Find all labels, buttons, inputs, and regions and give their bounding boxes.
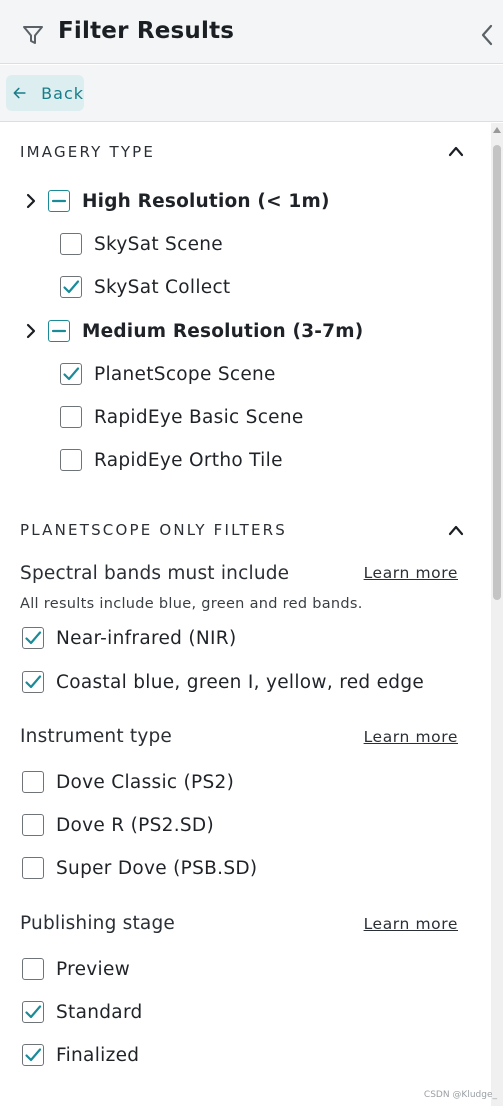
option-label: PlanetScope Scene [94,363,276,385]
spectral-bands-hint: All results include blue, green and red … [20,596,363,612]
chevron-up-icon[interactable] [448,145,464,157]
collapse-panel-icon[interactable] [478,24,496,46]
option-label: RapidEye Ortho Tile [94,449,283,471]
checkbox-unchecked[interactable] [22,814,44,836]
option-dove-classic[interactable]: Dove Classic (PS2) [22,768,234,796]
checkbox-checked[interactable] [60,276,82,298]
option-label: SkySat Collect [94,276,231,298]
back-button[interactable]: Back [6,75,84,111]
minus-icon [51,199,67,203]
option-label: Super Dove (PSB.SD) [56,857,258,879]
learn-more-link[interactable]: Learn more [364,564,458,582]
chevron-right-icon[interactable] [22,192,40,210]
group-label-medium-resolution: Medium Resolution (3-7m) [82,320,364,342]
publishing-stage-title: Publishing stage [20,913,175,934]
option-label: Standard [56,1001,143,1023]
learn-more-link[interactable]: Learn more [364,915,458,933]
panel-title: Filter Results [58,18,235,44]
section-title-imagery: IMAGERY TYPE [20,143,156,161]
panel-header: Filter Results [0,0,503,64]
option-skysat-scene[interactable]: SkySat Scene [60,230,223,258]
option-skysat-collect[interactable]: SkySat Collect [60,273,230,301]
checkbox-checked[interactable] [22,671,44,693]
checkbox-indeterminate[interactable] [48,320,70,342]
scroll-up-arrow-icon[interactable] [493,127,501,133]
chevron-up-icon[interactable] [448,524,464,536]
option-preview[interactable]: Preview [22,955,130,983]
group-label-high-resolution: High Resolution (< 1m) [82,190,330,212]
option-rapideye-ortho[interactable]: RapidEye Ortho Tile [60,446,283,474]
chevron-right-icon[interactable] [22,322,40,340]
option-label: Dove Classic (PS2) [56,771,235,793]
option-super-dove[interactable]: Super Dove (PSB.SD) [22,854,257,882]
scrollbar-thumb[interactable] [493,145,501,600]
option-nir[interactable]: Near-infrared (NIR) [22,624,236,652]
check-icon [63,367,80,381]
checkbox-checked[interactable] [22,627,44,649]
toolbar: Back [0,65,503,122]
check-icon [25,1005,42,1019]
checkbox-unchecked[interactable] [60,406,82,428]
checkbox-unchecked[interactable] [22,771,44,793]
option-label: Preview [56,958,131,980]
section-title-planetscope: PLANETSCOPE ONLY FILTERS [20,521,288,539]
checkbox-unchecked[interactable] [60,233,82,255]
spectral-bands-title: Spectral bands must include [20,563,290,584]
checkbox-indeterminate[interactable] [48,190,70,212]
group-medium-resolution: Medium Resolution (3-7m) [22,317,363,345]
checkbox-unchecked[interactable] [60,449,82,471]
option-coastal-bands[interactable]: Coastal blue, green I, yellow, red edge [22,668,424,696]
instrument-type-title: Instrument type [20,726,172,747]
option-planetscope-scene[interactable]: PlanetScope Scene [60,360,276,388]
option-label: RapidEye Basic Scene [94,406,304,428]
option-label: Near-infrared (NIR) [56,627,237,649]
option-standard[interactable]: Standard [22,998,143,1026]
option-label: Finalized [56,1044,140,1066]
checkbox-unchecked[interactable] [22,857,44,879]
minus-icon [51,329,67,333]
learn-more-link[interactable]: Learn more [364,728,458,746]
option-label: SkySat Scene [94,233,223,255]
scrollbar[interactable] [491,123,503,1106]
check-icon [63,280,80,294]
check-icon [25,1048,42,1062]
checkbox-checked[interactable] [22,1001,44,1023]
checkbox-unchecked[interactable] [22,958,44,980]
watermark: CSDN @Kludge_ [423,1090,497,1100]
check-icon [25,675,42,689]
option-finalized[interactable]: Finalized [22,1041,139,1069]
arrow-left-icon [13,87,26,99]
checkbox-checked[interactable] [22,1044,44,1066]
check-icon [25,631,42,645]
option-rapideye-basic[interactable]: RapidEye Basic Scene [60,403,304,431]
option-label: Coastal blue, green I, yellow, red edge [56,671,425,693]
option-dove-r[interactable]: Dove R (PS2.SD) [22,811,214,839]
group-high-resolution: High Resolution (< 1m) [22,187,330,215]
checkbox-checked[interactable] [60,363,82,385]
filter-icon [23,26,43,44]
filter-content: IMAGERY TYPE High Resolution (< 1m) SkyS… [0,123,490,1106]
option-label: Dove R (PS2.SD) [56,814,214,836]
back-label: Back [41,83,84,103]
